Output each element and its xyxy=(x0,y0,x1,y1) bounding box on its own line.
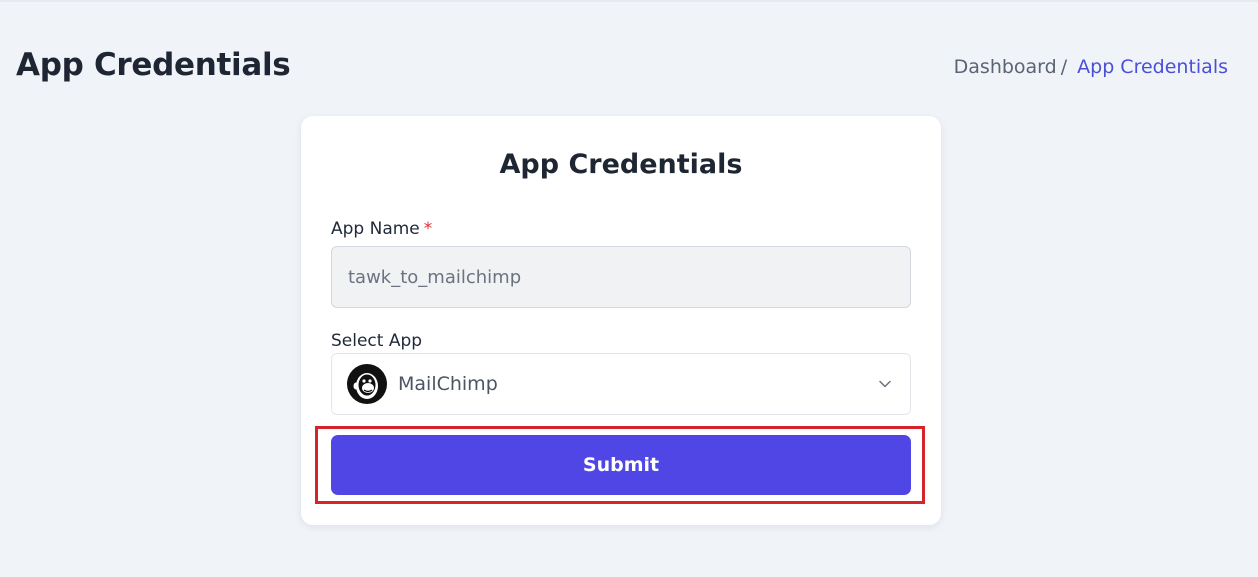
required-mark: * xyxy=(423,219,433,239)
submit-button[interactable]: Submit xyxy=(331,435,911,495)
page-title: App Credentials xyxy=(16,47,291,83)
breadcrumb-current: App Credentials xyxy=(1077,56,1228,78)
card-title: App Credentials xyxy=(499,149,743,180)
top-divider xyxy=(0,0,1258,2)
select-app-dropdown[interactable]: MailChimp xyxy=(331,353,911,415)
select-app-label: Select App xyxy=(331,331,423,351)
select-app-value: MailChimp xyxy=(398,373,498,395)
chevron-down-icon xyxy=(879,380,891,388)
breadcrumb-separator: / xyxy=(1060,56,1068,78)
app-name-label-text: App Name xyxy=(331,219,420,239)
app-credentials-card: App Credentials App Name* Select App Mai… xyxy=(301,116,941,525)
breadcrumb-dashboard-link[interactable]: Dashboard xyxy=(954,56,1057,78)
app-name-label: App Name * xyxy=(331,219,432,239)
mailchimp-logo-icon xyxy=(347,364,387,404)
breadcrumb: Dashboard / App Credentials xyxy=(954,56,1228,78)
app-name-input[interactable] xyxy=(331,246,911,308)
